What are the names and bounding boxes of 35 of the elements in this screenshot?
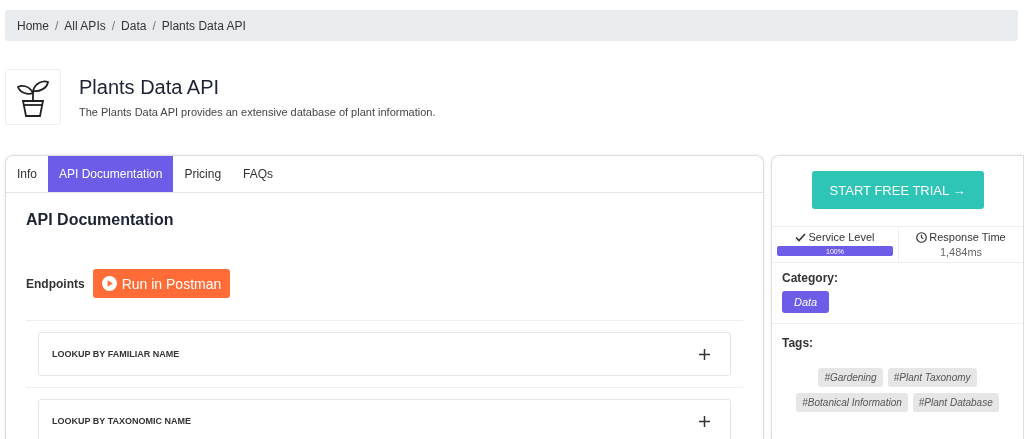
tab[interactable]: FAQs [232, 156, 285, 192]
breadcrumb-link[interactable]: All APIs [64, 18, 106, 33]
tab[interactable]: Pricing [173, 156, 233, 192]
tag[interactable]: #Gardening [818, 368, 883, 387]
response-time-value: 1,484ms [939, 246, 983, 258]
tags-label: Tags: [782, 336, 815, 350]
endpoints-label: Endpoints [26, 276, 85, 291]
tag[interactable]: #Plant Taxonomy [887, 368, 977, 387]
plus-icon [699, 415, 710, 427]
endpoint-accordion[interactable]: LOOKUP BY TAXONOMIC NAME [38, 399, 731, 439]
response-time-text: Response Time [929, 231, 1006, 243]
breadcrumb-separator: / [152, 18, 156, 33]
tab[interactable]: Info [6, 156, 48, 192]
potted-plant-icon [16, 77, 50, 117]
category-tag[interactable]: Data [782, 291, 830, 313]
breadcrumb-link[interactable]: Home [17, 18, 49, 33]
service-level-text: Service Level [808, 231, 875, 243]
breadcrumb-link[interactable]: Plants Data API [161, 18, 246, 33]
check-icon [795, 232, 807, 242]
breadcrumb-link[interactable]: Data [121, 18, 147, 33]
tag[interactable]: #Plant Database [912, 393, 999, 412]
api-description: The Plants Data API provides an extensive database of plant information. [79, 106, 436, 118]
breadcrumb-separator: / [111, 18, 116, 33]
tab[interactable]: API Documentation [48, 156, 174, 192]
tag[interactable]: #Botanical Information [796, 393, 908, 412]
category-label: Category: [782, 271, 839, 285]
endpoint-name: LOOKUP BY FAMILIAR NAME [52, 349, 180, 359]
clock-icon [916, 231, 928, 243]
plus-icon [699, 348, 710, 360]
endpoint-name: LOOKUP BY TAXONOMIC NAME [52, 416, 191, 426]
play-icon [101, 276, 117, 291]
api-title: Plants Data API [79, 76, 221, 99]
section-heading: API Documentation [26, 211, 175, 229]
breadcrumb-separator: / [55, 18, 59, 33]
endpoint-accordion[interactable]: LOOKUP BY FAMILIAR NAME [38, 332, 731, 376]
